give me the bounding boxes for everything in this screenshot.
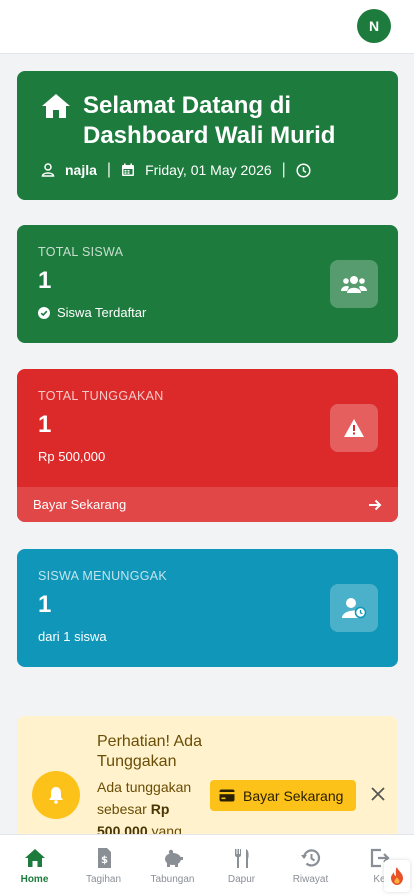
stat-value: 1 <box>38 267 52 294</box>
nav-item-dapur[interactable]: Dapur <box>207 835 276 896</box>
total-siswa-card[interactable]: TOTAL SISWA 1 Siswa Terdaftar <box>17 225 398 343</box>
pay-now-link[interactable]: Bayar Sekarang <box>17 487 398 522</box>
bell-icon <box>32 771 80 819</box>
welcome-heading: Selamat Datang di Dashboard Wali Murid <box>41 91 374 151</box>
user-clock-icon <box>330 584 378 632</box>
piggy-bank-icon <box>164 849 183 867</box>
siswa-menunggak-card[interactable]: SISWA MENUNGGAK 1 dari 1 siswa <box>17 549 398 667</box>
svg-text:$: $ <box>101 855 108 866</box>
stat-label: TOTAL TUNGGAKAN <box>38 389 164 403</box>
stat-value: 1 <box>38 411 52 438</box>
arrow-right-icon <box>369 499 382 510</box>
total-tunggakan-card: TOTAL TUNGGAKAN 1 Rp 500,000 Bayar Sekar… <box>17 369 398 522</box>
welcome-meta: najla | Friday, 01 May 2026 | <box>41 161 374 179</box>
divider: | <box>106 161 112 178</box>
stat-value: 1 <box>38 591 52 618</box>
pay-now-button[interactable]: Bayar Sekarang <box>210 780 356 811</box>
calendar-icon <box>122 163 135 176</box>
stat-subtext: dari 1 siswa <box>38 629 107 644</box>
nav-item-home[interactable]: Home <box>0 835 69 896</box>
nav-item-tabungan[interactable]: Tabungan <box>138 835 207 896</box>
stat-subtext: Siswa Terdaftar <box>38 305 377 320</box>
current-date: Friday, 01 May 2026 <box>145 162 272 178</box>
nav-item-tagihan[interactable]: $ Tagihan <box>69 835 138 896</box>
stat-label: TOTAL SISWA <box>38 245 124 259</box>
close-icon[interactable] <box>370 786 386 802</box>
flame-icon[interactable] <box>384 860 410 892</box>
divider: | <box>281 161 286 178</box>
bottom-nav: Home $ Tagihan Tabungan Dapur Riwayat Ke <box>0 834 414 896</box>
check-circle-icon <box>38 306 50 319</box>
home-icon <box>42 94 70 118</box>
credit-card-icon <box>219 789 235 802</box>
stat-subtext: Rp 500,000 <box>38 449 106 464</box>
user-icon <box>41 163 55 177</box>
utensils-icon <box>234 849 249 868</box>
stat-label: SISWA MENUNGGAK <box>38 569 168 583</box>
welcome-card: Selamat Datang di Dashboard Wali Murid n… <box>17 71 398 200</box>
nav-item-riwayat[interactable]: Riwayat <box>276 835 345 896</box>
page-title: Selamat Datang di Dashboard Wali Murid <box>83 92 336 149</box>
alert-title: Perhatian! Ada Tunggakan <box>97 733 202 770</box>
home-icon <box>24 849 45 867</box>
users-icon <box>330 260 378 308</box>
user-avatar[interactable]: N <box>357 9 391 43</box>
clock-icon <box>296 162 311 178</box>
top-bar: N <box>0 0 414 54</box>
warning-icon <box>330 404 378 452</box>
alert-message: Ada tunggakan sebesar Rp 500,000 yang <box>97 779 192 839</box>
invoice-icon: $ <box>97 848 111 868</box>
history-icon <box>300 849 320 867</box>
username: najla <box>65 162 97 178</box>
